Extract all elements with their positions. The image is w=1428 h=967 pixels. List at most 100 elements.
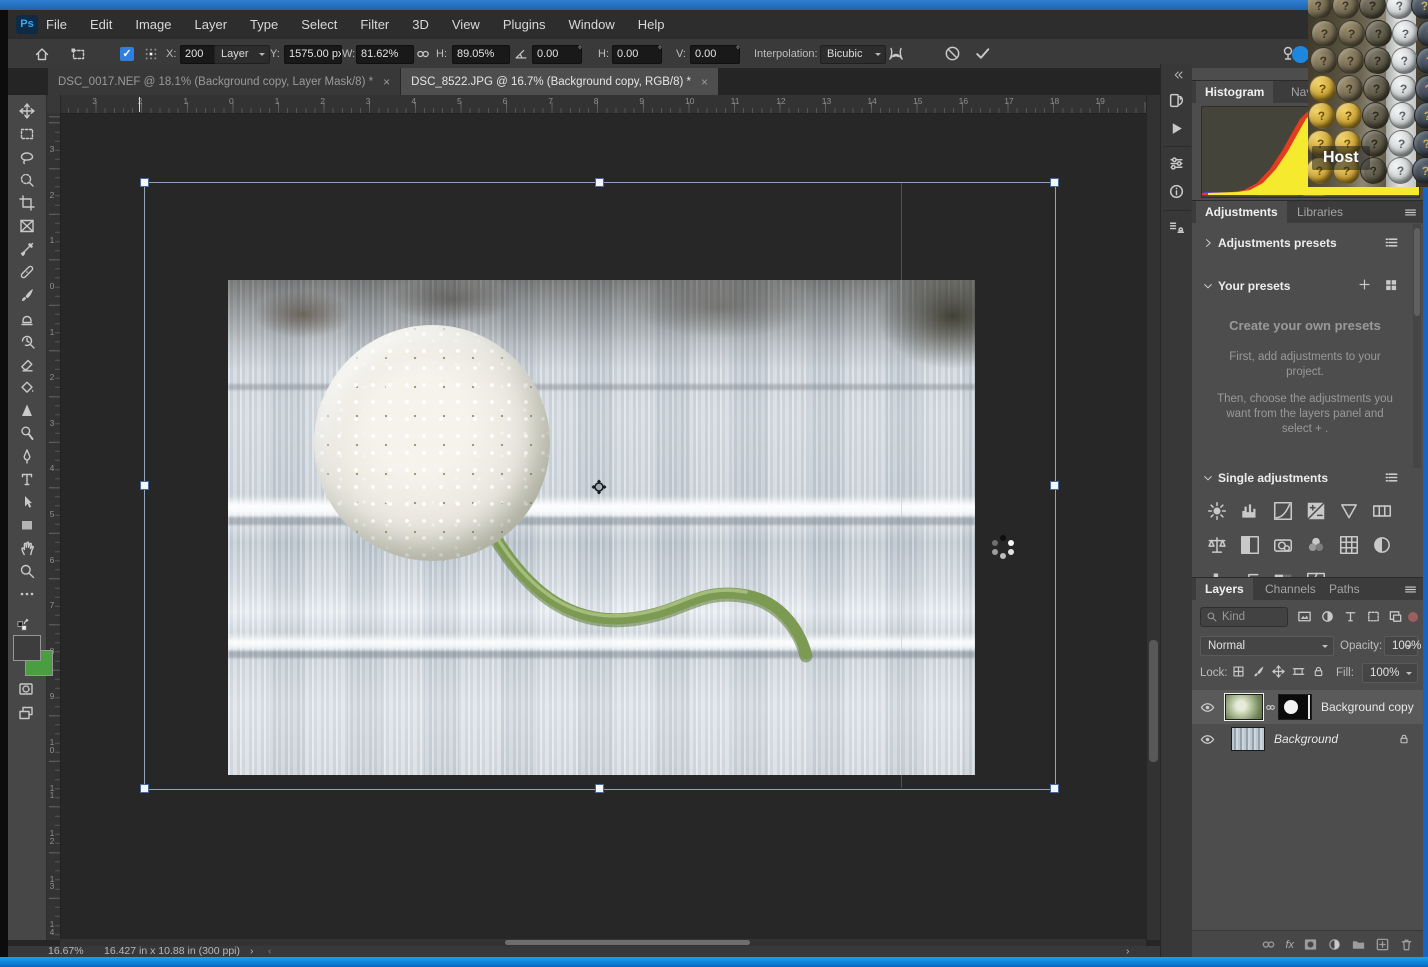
- history-brush-tool[interactable]: [8, 329, 46, 352]
- exposure-adjustment-icon[interactable]: [1305, 500, 1329, 524]
- chevron-right-icon[interactable]: [1202, 237, 1214, 249]
- layer-thumbnail[interactable]: [1225, 694, 1263, 720]
- lock-all-icon[interactable]: [1312, 665, 1325, 678]
- panel-scrollbar-thumb[interactable]: [1414, 228, 1420, 316]
- ruler-origin[interactable]: [46, 95, 61, 113]
- vertical-scrollbar-thumb[interactable]: [1149, 640, 1158, 762]
- properties-panel-icon[interactable]: [1168, 155, 1186, 173]
- lock-position-icon[interactable]: [1272, 665, 1285, 678]
- transform-handle[interactable]: [140, 784, 149, 793]
- width-field[interactable]: 81.62%: [356, 45, 414, 64]
- crop-tool[interactable]: [8, 191, 46, 214]
- info-panel-icon[interactable]: [1168, 183, 1186, 201]
- quick-mask-icon[interactable]: [18, 681, 34, 697]
- menu-file[interactable]: File: [46, 17, 67, 32]
- horizontal-scrollbar-thumb[interactable]: [505, 940, 750, 945]
- brush-tool[interactable]: [8, 283, 46, 306]
- move-tool[interactable]: [8, 99, 46, 122]
- filter-adjustment-icon[interactable]: [1320, 609, 1335, 624]
- clone-stamp-tool[interactable]: [8, 306, 46, 329]
- layer-row-background-copy[interactable]: Background copy: [1192, 690, 1424, 724]
- fill-select[interactable]: 100%: [1362, 663, 1418, 683]
- list-view-icon[interactable]: [1384, 235, 1399, 250]
- sharpen-tool[interactable]: [8, 398, 46, 421]
- add-preset-icon[interactable]: [1358, 278, 1371, 291]
- layer-effects-icon[interactable]: fx: [1285, 939, 1294, 951]
- filter-image-icon[interactable]: [1297, 609, 1312, 624]
- color-lookup-adjustment-icon[interactable]: [1338, 534, 1362, 558]
- transform-handle[interactable]: [1050, 784, 1059, 793]
- document-tab-2[interactable]: DSC_8522.JPG @ 16.7% (Background copy, R…: [401, 68, 718, 95]
- transform-handle[interactable]: [595, 784, 604, 793]
- transform-handle[interactable]: [140, 481, 149, 490]
- menu-view[interactable]: View: [452, 17, 480, 32]
- clone-source-panel-icon[interactable]: [1168, 219, 1186, 237]
- vertical-scrollbar[interactable]: [1146, 95, 1160, 940]
- filter-smart-object-icon[interactable]: [1388, 609, 1403, 624]
- lock-transparency-icon[interactable]: [1232, 665, 1245, 678]
- menu-filter[interactable]: Filter: [360, 17, 389, 32]
- tab-channels[interactable]: Channels: [1256, 578, 1325, 600]
- zoom-level-field[interactable]: 16.67%: [48, 945, 84, 957]
- spot-healing-brush-tool[interactable]: [8, 260, 46, 283]
- adjustments-presets-header[interactable]: Adjustments presets: [1218, 236, 1337, 250]
- interpolation-select[interactable]: Bicubic: [820, 45, 886, 64]
- layer-visibility-icon[interactable]: [1200, 700, 1215, 715]
- menu-3d[interactable]: 3D: [412, 17, 429, 32]
- link-layers-icon[interactable]: [1261, 937, 1276, 952]
- path-selection-tool[interactable]: [8, 490, 46, 513]
- zoom-tool[interactable]: [8, 559, 46, 582]
- actions-panel-icon[interactable]: [1168, 120, 1186, 138]
- grid-view-icon[interactable]: [1384, 278, 1398, 292]
- paint-bucket-tool[interactable]: [8, 375, 46, 398]
- transform-reference-point[interactable]: [590, 478, 608, 496]
- tab-close-icon[interactable]: ×: [383, 75, 390, 89]
- commit-transform-icon[interactable]: [974, 45, 991, 62]
- eyedropper-tool[interactable]: [8, 237, 46, 260]
- transform-handle[interactable]: [140, 178, 149, 187]
- add-mask-icon[interactable]: [1303, 937, 1318, 952]
- photoshop-logo[interactable]: Ps: [16, 15, 38, 34]
- frame-tool[interactable]: [8, 214, 46, 237]
- lasso-tool[interactable]: [8, 145, 46, 168]
- transform-handle[interactable]: [1050, 481, 1059, 490]
- status-back-arrow-icon[interactable]: ‹: [268, 945, 272, 957]
- layer-dropdown[interactable]: Layer: [214, 45, 270, 64]
- history-panel-icon[interactable]: [1168, 92, 1186, 110]
- tab-paths[interactable]: Paths: [1320, 578, 1369, 600]
- tab-adjustments[interactable]: Adjustments: [1196, 201, 1287, 223]
- tab-close-icon[interactable]: ×: [701, 75, 708, 89]
- list-view-icon[interactable]: [1384, 470, 1399, 485]
- posterize-adjustment-icon[interactable]: [1206, 568, 1230, 577]
- layer-name[interactable]: Background copy: [1321, 700, 1414, 714]
- x-position-field[interactable]: 200: [180, 45, 218, 64]
- tab-layers[interactable]: Layers: [1196, 578, 1253, 600]
- menu-layer[interactable]: Layer: [195, 17, 228, 32]
- curves-adjustment-icon[interactable]: [1272, 500, 1296, 524]
- filter-toggle-icon[interactable]: [1408, 612, 1418, 622]
- eraser-tool[interactable]: [8, 352, 46, 375]
- tab-histogram[interactable]: Histogram: [1196, 81, 1273, 103]
- gradient-map-adjustment-icon[interactable]: [1272, 568, 1296, 577]
- maintain-aspect-ratio-icon[interactable]: [416, 47, 430, 61]
- menu-plugins[interactable]: Plugins: [503, 17, 546, 32]
- layer-visibility-icon[interactable]: [1200, 732, 1215, 747]
- menu-image[interactable]: Image: [135, 17, 171, 32]
- color-balance-adjustment-icon[interactable]: [1206, 534, 1230, 558]
- screen-mode-icon[interactable]: [18, 705, 34, 721]
- photo-filter-adjustment-icon[interactable]: [1272, 534, 1296, 558]
- document-tab-1[interactable]: DSC_0017.NEF @ 18.1% (Background copy, L…: [48, 68, 400, 95]
- reference-point-grid-icon[interactable]: [144, 47, 158, 61]
- pen-tool[interactable]: [8, 444, 46, 467]
- lock-artboard-icon[interactable]: [1292, 665, 1305, 678]
- blend-mode-select[interactable]: Normal: [1200, 636, 1334, 656]
- invert-adjustment-icon[interactable]: [1371, 534, 1395, 558]
- levels-adjustment-icon[interactable]: [1239, 500, 1263, 524]
- layer-mask-link-icon[interactable]: [1265, 702, 1276, 713]
- layer-row-background[interactable]: Background: [1192, 724, 1424, 754]
- menu-edit[interactable]: Edit: [90, 17, 112, 32]
- collapse-panels-icon[interactable]: [1173, 69, 1185, 81]
- layer-name[interactable]: Background: [1274, 732, 1338, 746]
- vibrance-adjustment-icon[interactable]: [1338, 500, 1362, 524]
- transform-tool-icon[interactable]: [70, 46, 86, 62]
